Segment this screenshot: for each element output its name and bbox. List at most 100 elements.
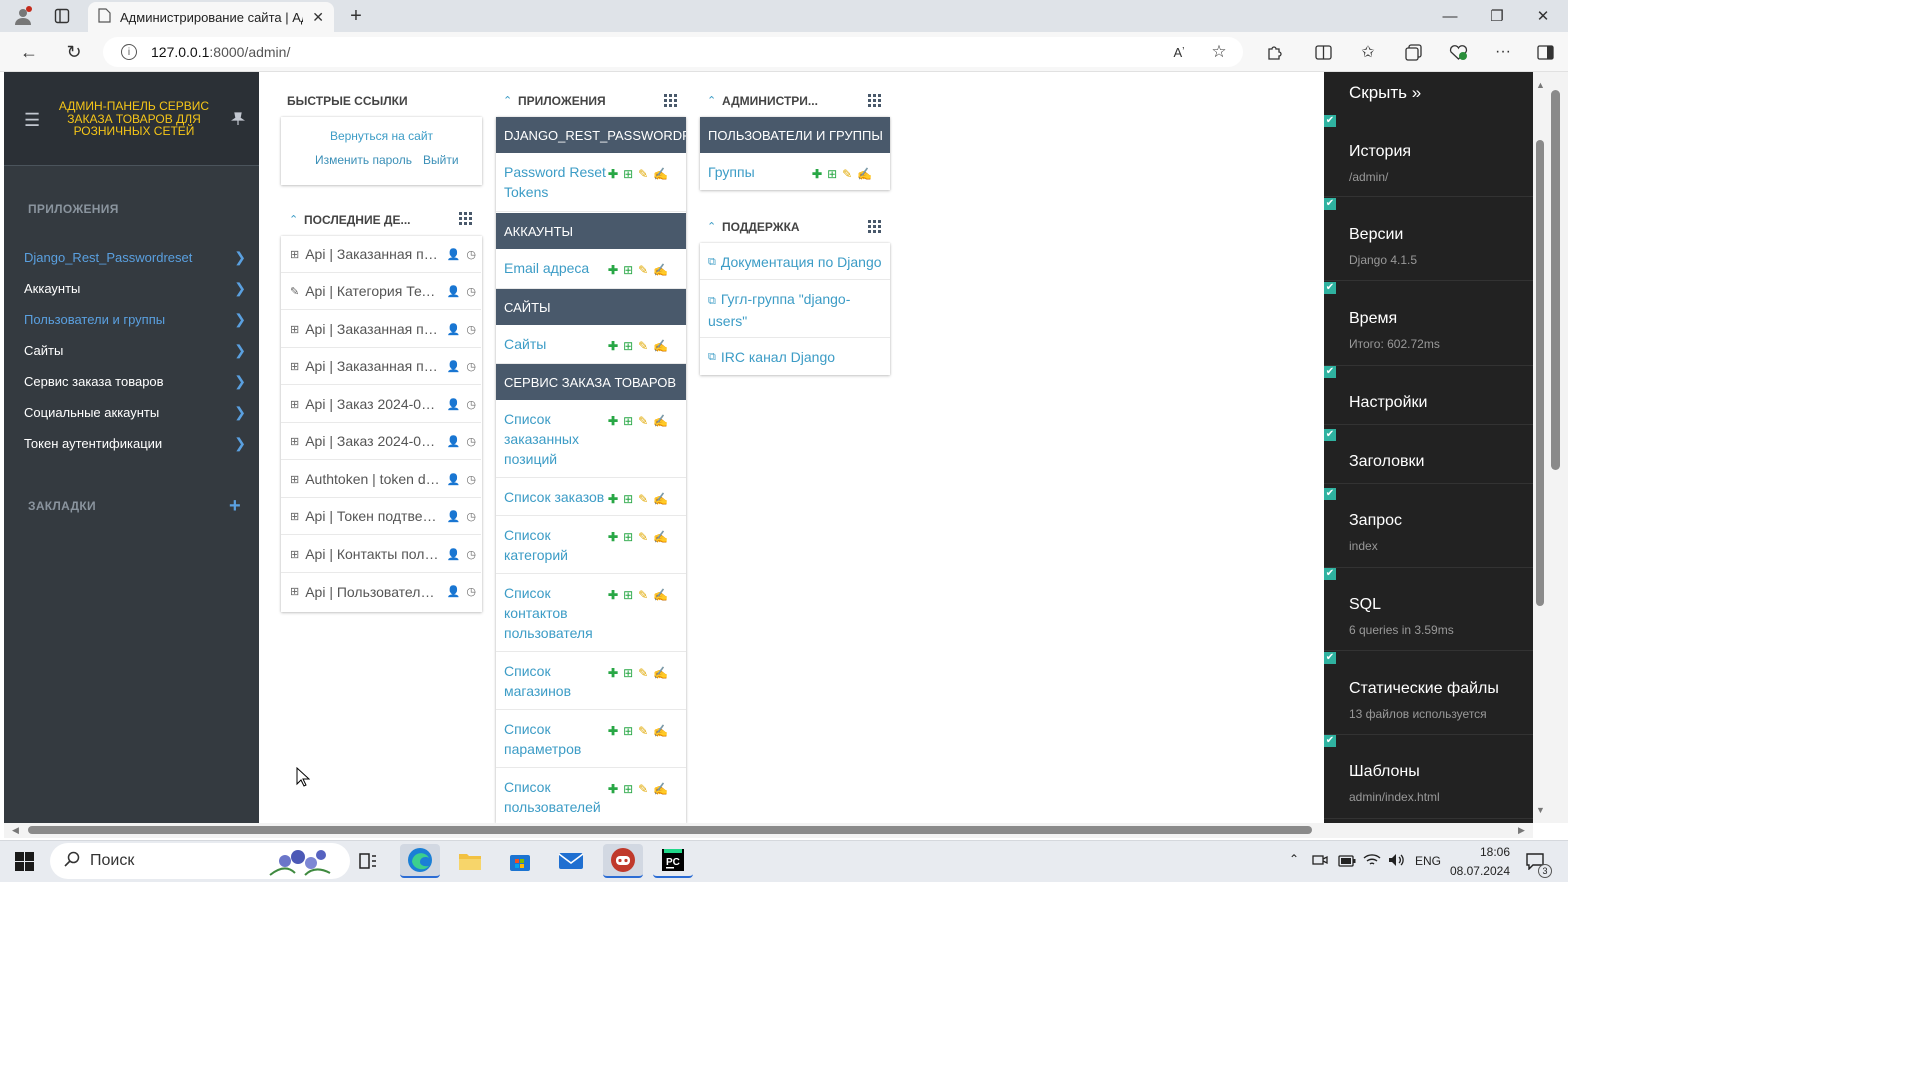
scroll-down-icon[interactable]: ▼	[1536, 805, 1545, 815]
scroll-left-icon[interactable]: ◀	[12, 825, 19, 836]
sidebar-item-order-service[interactable]: Сервис заказа товаров ❯	[24, 370, 246, 392]
volume-icon[interactable]	[1387, 852, 1405, 873]
edit-square-icon[interactable]: ✍	[653, 663, 668, 683]
model-row-email-addresses[interactable]: Email адреса ✚ ⊞ ✎ ✍	[496, 249, 686, 289]
debug-panel-time[interactable]: ✔ Время Итого: 602.72ms	[1324, 282, 1533, 366]
add-square-icon[interactable]: ⊞	[623, 721, 633, 741]
clock-date[interactable]: 08.07.2024	[1448, 864, 1510, 878]
add-square-icon[interactable]: ⊞	[623, 336, 633, 356]
mail-icon[interactable]	[551, 844, 591, 878]
hide-toolbar-link[interactable]: Скрыть »	[1349, 83, 1421, 103]
horizontal-scrollbar[interactable]: ◀ ▶	[4, 823, 1533, 838]
input-language[interactable]: ENG	[1415, 854, 1441, 868]
sidebar-item-django-rest-passwordreset[interactable]: Django_Rest_Passwordreset ❯	[24, 246, 246, 268]
panel-checkbox[interactable]: ✔	[1324, 282, 1336, 294]
minimize-icon[interactable]: —	[1440, 6, 1460, 26]
model-link[interactable]: Список заказанных позиций	[504, 409, 608, 468]
admin-drag-grid-icon[interactable]	[868, 94, 881, 112]
sidebar-toggle-icon[interactable]	[1534, 42, 1556, 62]
add-square-icon[interactable]: ⊞	[623, 260, 633, 280]
section-header-users-groups[interactable]: ПОЛЬЗОВАТЕЛИ И ГРУППЫ	[700, 117, 890, 153]
pencil-icon[interactable]: ✎	[638, 489, 648, 509]
back-to-site-link[interactable]: Вернуться на сайт	[281, 129, 482, 143]
add-icon[interactable]: ✚	[608, 779, 618, 799]
pencil-icon[interactable]: ✎	[638, 721, 648, 741]
model-row-ordered-items[interactable]: Список заказанных позиций ✚ ⊞ ✎ ✍	[496, 400, 686, 478]
add-icon[interactable]: ✚	[608, 164, 618, 184]
pencil-icon[interactable]: ✎	[638, 527, 648, 547]
reload-icon[interactable]: ↻	[63, 42, 85, 62]
recent-action-item[interactable]: ⊞ Api | Контакты поль... 👤 ◷	[281, 536, 481, 573]
model-link[interactable]: Password Reset Tokens	[504, 162, 608, 202]
edit-square-icon[interactable]: ✍	[653, 527, 668, 547]
add-icon[interactable]: ✚	[608, 721, 618, 741]
extensions-icon[interactable]	[1263, 42, 1285, 62]
add-icon[interactable]: ✚	[608, 585, 618, 605]
split-screen-icon[interactable]	[1312, 42, 1334, 62]
recent-action-item[interactable]: ⊞ Api | Заказ 2024-07-... 👤 ◷	[281, 386, 481, 423]
recent-action-item[interactable]: ⊞ Api | Заказанная по... 👤 ◷	[281, 348, 481, 385]
apps-drag-grid-icon[interactable]	[664, 94, 677, 112]
recent-drag-grid-icon[interactable]	[459, 212, 472, 230]
support-link-text[interactable]: IRC канал Django	[721, 347, 835, 366]
debug-panel-static-files[interactable]: ✔ Статические файлы 13 файлов использует…	[1324, 652, 1533, 735]
taskbar-search[interactable]: Поиск	[50, 843, 350, 879]
model-row-shops[interactable]: Список магазинов ✚ ⊞ ✎ ✍	[496, 652, 686, 710]
debug-panel-settings[interactable]: ✔ Настройки	[1324, 366, 1533, 425]
add-bookmark-icon[interactable]: +	[229, 495, 241, 518]
pencil-icon[interactable]: ✎	[638, 411, 648, 431]
pycharm-icon[interactable]: PC	[653, 844, 693, 878]
edit-square-icon[interactable]: ✍	[857, 164, 872, 184]
panel-checkbox[interactable]: ✔	[1324, 568, 1336, 580]
address-bar[interactable]: i 127.0.0.1:8000/admin/	[103, 37, 1243, 67]
panel-checkbox[interactable]: ✔	[1324, 488, 1336, 500]
panel-checkbox[interactable]: ✔	[1324, 735, 1336, 747]
collapse-recent-icon[interactable]: ⌃	[289, 213, 298, 226]
debug-panel-history[interactable]: ✔ История /admin/	[1324, 115, 1533, 197]
recent-action-item[interactable]: ⊞ Api | Заказанная по... 👤 ◷	[281, 236, 481, 273]
recent-action-item[interactable]: ⊞ Api | Пользователь ... 👤 ◷	[281, 573, 481, 610]
discord-icon[interactable]	[603, 844, 643, 878]
recent-action-item[interactable]: ✎ Api | Категория Тел... 👤 ◷	[281, 273, 481, 310]
debug-panel-sql[interactable]: ✔ SQL 6 queries in 3.59ms	[1324, 568, 1533, 651]
model-link[interactable]: Список заказов	[504, 487, 608, 506]
vertical-scrollbar[interactable]: ▲ ▼	[1533, 72, 1568, 823]
scroll-up-icon[interactable]: ▲	[1536, 80, 1545, 90]
wifi-icon[interactable]	[1363, 852, 1381, 873]
model-link[interactable]: Группы	[708, 162, 812, 181]
debug-panel-versions[interactable]: ✔ Версии Django 4.1.5	[1324, 198, 1533, 281]
debug-panel-request[interactable]: ✔ Запрос index	[1324, 484, 1533, 568]
edit-square-icon[interactable]: ✍	[653, 779, 668, 799]
add-square-icon[interactable]: ⊞	[623, 411, 633, 431]
add-square-icon[interactable]: ⊞	[623, 527, 633, 547]
read-aloud-icon[interactable]: Aʼ	[1168, 42, 1190, 62]
pin-icon[interactable]	[230, 110, 246, 129]
pencil-icon[interactable]: ✎	[638, 336, 648, 356]
add-icon[interactable]: ✚	[608, 489, 618, 509]
browser-tab-active[interactable]: Администрирование сайта | Ад ✕	[88, 2, 334, 32]
pencil-icon[interactable]: ✎	[842, 164, 852, 184]
panel-checkbox[interactable]: ✔	[1324, 366, 1336, 378]
sidebar-item-social-accounts[interactable]: Социальные аккаунты ❯	[24, 401, 246, 423]
add-icon[interactable]: ✚	[608, 663, 618, 683]
model-row-password-reset-tokens[interactable]: Password Reset Tokens ✚ ⊞ ✎ ✍	[496, 153, 686, 212]
sidebar-item-accounts[interactable]: Аккаунты ❯	[24, 277, 246, 299]
tab-close-icon[interactable]: ✕	[312, 9, 324, 26]
add-icon[interactable]: ✚	[608, 260, 618, 280]
model-link[interactable]: Список магазинов	[504, 661, 608, 700]
tab-actions-icon[interactable]	[52, 6, 72, 26]
brand-title[interactable]: АДМИН-ПАНЕЛЬ СЕРВИС ЗАКАЗА ТОВАРОВ ДЛЯ Р…	[56, 100, 212, 138]
model-row-users[interactable]: Список пользователей ✚ ⊞ ✎ ✍	[496, 768, 686, 823]
edge-app-icon[interactable]	[400, 844, 440, 878]
sidebar-item-users-groups[interactable]: Пользователи и группы ❯	[24, 308, 246, 330]
section-header-django-rest-passwordreset[interactable]: DJANGO_REST_PASSWORDRESET	[496, 117, 686, 153]
add-icon[interactable]: ✚	[812, 164, 822, 184]
favorites-icon[interactable]: ✩	[1357, 42, 1379, 62]
add-icon[interactable]: ✚	[608, 336, 618, 356]
edit-square-icon[interactable]: ✍	[653, 260, 668, 280]
pencil-icon[interactable]: ✎	[638, 663, 648, 683]
edit-square-icon[interactable]: ✍	[653, 336, 668, 356]
model-link[interactable]: Список пользователей	[504, 777, 608, 816]
recent-action-item[interactable]: ⊞ Api | Токен подтвер... 👤 ◷	[281, 498, 481, 535]
model-row-groups[interactable]: Группы ✚ ⊞ ✎ ✍	[700, 153, 890, 190]
